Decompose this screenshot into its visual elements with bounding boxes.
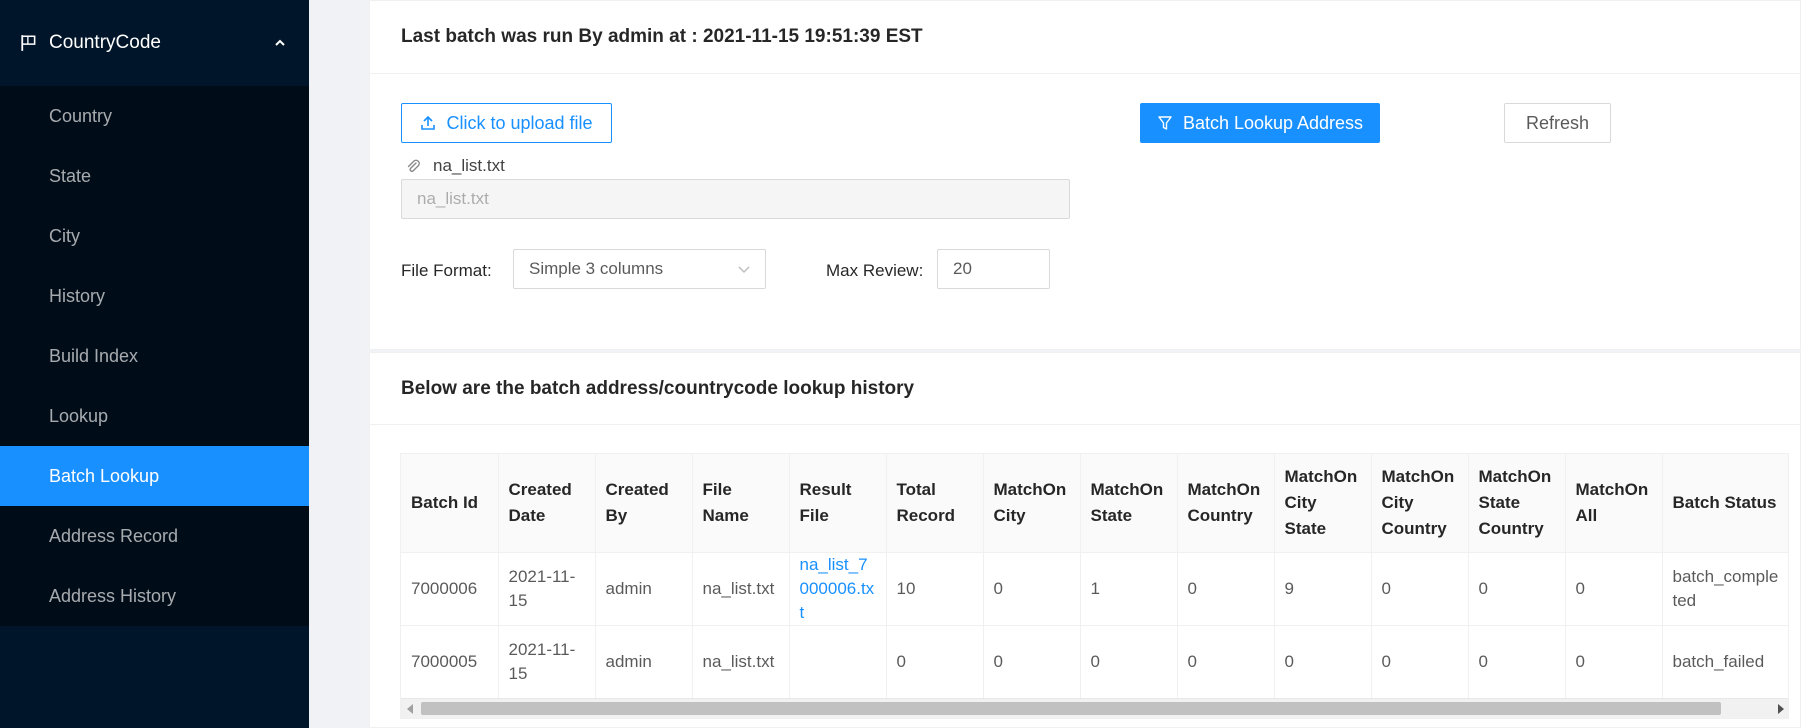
sidebar-item-city[interactable]: City (0, 206, 309, 266)
history-panel-title: Below are the batch address/countrycode … (370, 353, 1800, 425)
batch-lookup-address-button[interactable]: Batch Lookup Address (1140, 103, 1380, 143)
sidebar: CountryCode Country State City History B… (0, 0, 309, 728)
flag-icon (21, 35, 36, 51)
sidebar-item-country[interactable]: Country (0, 86, 309, 146)
history-panel: Below are the batch address/countrycode … (369, 352, 1801, 728)
table-cell: 7000006 (401, 552, 499, 626)
table-cell: admin (595, 552, 693, 626)
table-cell: na_list_7000006.txt (789, 552, 887, 626)
sidebar-item-label: State (49, 165, 92, 186)
table-cell: batch_failed (1662, 625, 1788, 699)
table-cell: 0 (983, 625, 1081, 699)
sidebar-item-label: Build Index (49, 345, 139, 366)
scrollbar-thumb[interactable] (421, 702, 1721, 715)
upload-file-label: Click to upload file (446, 112, 593, 133)
max-review-label: Max Review: (826, 261, 924, 280)
table-cell: 0 (1274, 625, 1372, 699)
sidebar-item-label: Address Record (49, 525, 179, 546)
table-cell: 0 (1177, 625, 1275, 699)
attached-file-item[interactable]: na_list.txt (405, 156, 505, 176)
column-header: Created Date (498, 454, 596, 553)
table-cell: 0 (1371, 552, 1469, 626)
file-format-select[interactable]: Simple 3 columns (513, 249, 766, 289)
column-header: Created By (595, 454, 693, 553)
table-cell: 0 (1468, 625, 1566, 699)
table-cell: 9 (1274, 552, 1372, 626)
file-format-value: Simple 3 columns (529, 259, 664, 278)
sidebar-item-label: Batch Lookup (49, 465, 160, 486)
max-review-value: 20 (953, 259, 972, 278)
table-row: 7000006 2021-11-15 admin na_list.txt na_… (401, 552, 1788, 626)
sidebar-item-state[interactable]: State (0, 146, 309, 206)
submenu: Country State City History Build Index L… (0, 86, 309, 626)
sidebar-item-build-index[interactable]: Build Index (0, 326, 309, 386)
column-header: MatchOn State (1080, 454, 1178, 553)
column-header: Result File (789, 454, 887, 553)
refresh-button[interactable]: Refresh (1504, 103, 1611, 143)
column-header: MatchOn City (983, 454, 1081, 553)
sidebar-item-label: History (49, 285, 106, 306)
table-header-row: Batch Id Created Date Created By File Na… (401, 454, 1788, 553)
result-file-link[interactable]: na_list_7000006.txt (800, 555, 875, 622)
column-header: MatchOn Country (1177, 454, 1275, 553)
column-header: File Name (692, 454, 790, 553)
column-header: Total Record (886, 454, 984, 553)
table-cell: na_list.txt (692, 552, 790, 626)
horizontal-scrollbar[interactable] (401, 698, 1788, 718)
countrycode-menu-toggle[interactable]: CountryCode (0, 0, 309, 86)
column-header: MatchOn City Country (1371, 454, 1469, 553)
scroll-left-arrow-icon[interactable] (407, 704, 413, 714)
table-cell: 0 (983, 552, 1081, 626)
column-header: Batch Id (401, 454, 499, 553)
column-header: MatchOn City State (1274, 454, 1372, 553)
table-cell: 0 (1177, 552, 1275, 626)
attached-file-name: na_list.txt (433, 156, 505, 175)
table-cell: 0 (1468, 552, 1566, 626)
column-header: MatchOn All (1565, 454, 1663, 553)
table-cell: 0 (1371, 625, 1469, 699)
table-cell: 2021-11-15 (498, 625, 596, 699)
filter-icon (1158, 116, 1172, 130)
file-name-input[interactable]: na_list.txt (401, 179, 1070, 219)
sidebar-item-address-record[interactable]: Address Record (0, 506, 309, 566)
chevron-down-icon (738, 266, 750, 274)
batch-lookup-label: Batch Lookup Address (1182, 112, 1364, 133)
refresh-label: Refresh (1525, 112, 1590, 133)
table-cell: 7000005 (401, 625, 499, 699)
sidebar-item-label: Lookup (49, 405, 109, 426)
table-cell: 0 (1565, 625, 1663, 699)
table-cell: 0 (1080, 625, 1178, 699)
file-name-value: na_list.txt (417, 189, 489, 208)
table-cell: 2021-11-15 (498, 552, 596, 626)
table-cell: 0 (1565, 552, 1663, 626)
chevron-up-icon (275, 39, 285, 46)
sidebar-item-batch-lookup[interactable]: Batch Lookup (0, 446, 309, 506)
sidebar-item-label: Address History (49, 585, 177, 606)
table-cell (789, 625, 887, 699)
max-review-input[interactable]: 20 (937, 249, 1050, 289)
sidebar-item-history[interactable]: History (0, 266, 309, 326)
upload-icon (421, 115, 436, 130)
table-row: 7000005 2021-11-15 admin na_list.txt 0 0… (401, 625, 1788, 699)
column-header: Batch Status (1662, 454, 1788, 553)
paperclip-icon (407, 159, 420, 172)
table-cell: batch_completed (1662, 552, 1788, 626)
file-format-label: File Format: (401, 261, 492, 280)
batch-panel-title: Last batch was run By admin at : 2021-11… (370, 1, 1800, 74)
table-cell: admin (595, 625, 693, 699)
history-table: Batch Id Created Date Created By File Na… (400, 453, 1789, 719)
menu-title: CountryCode (49, 32, 161, 53)
scroll-right-arrow-icon[interactable] (1778, 704, 1784, 714)
column-header: MatchOn State Country (1468, 454, 1566, 553)
batch-panel: Last batch was run By admin at : 2021-11… (369, 0, 1801, 350)
sidebar-item-label: City (49, 225, 80, 246)
sidebar-item-address-history[interactable]: Address History (0, 566, 309, 626)
sidebar-item-lookup[interactable]: Lookup (0, 386, 309, 446)
table-cell: 10 (886, 552, 984, 626)
sidebar-item-label: Country (49, 105, 113, 126)
upload-file-button[interactable]: Click to upload file (401, 103, 612, 143)
table-cell: na_list.txt (692, 625, 790, 699)
table-cell: 1 (1080, 552, 1178, 626)
table-cell: 0 (886, 625, 984, 699)
